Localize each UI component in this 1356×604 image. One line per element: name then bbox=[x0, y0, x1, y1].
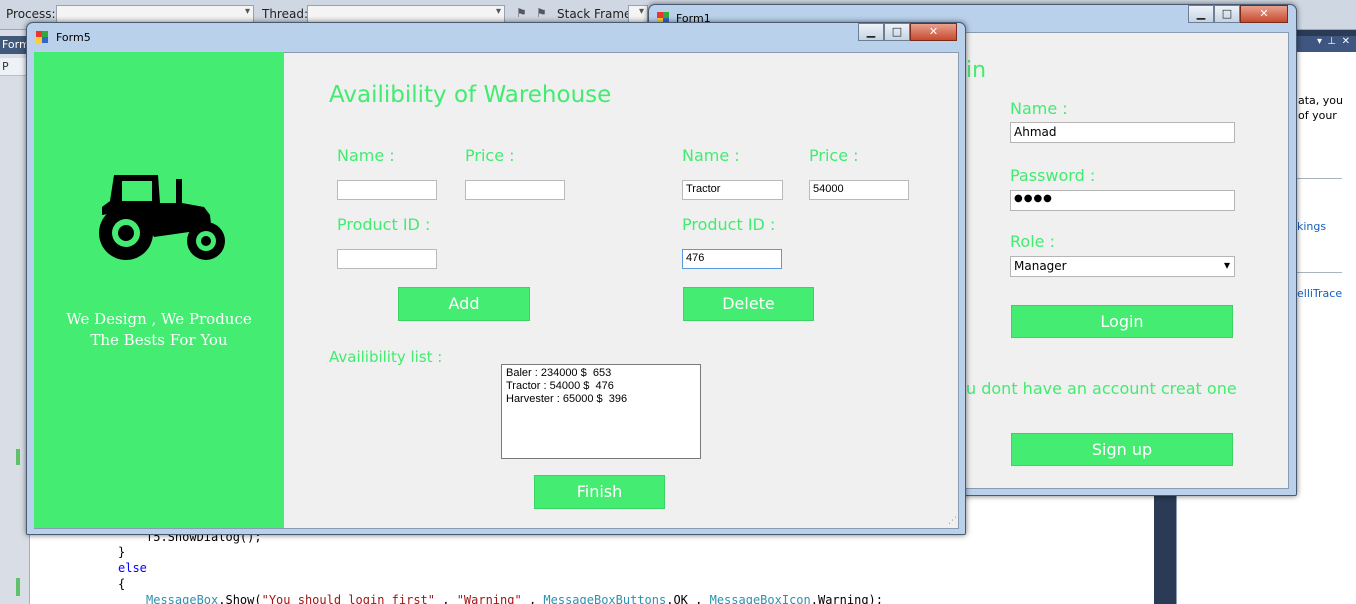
add-product-id-label: Product ID : bbox=[337, 215, 431, 234]
slogan-line: We Design , We Produce bbox=[66, 310, 252, 328]
availability-list-label: Availibility list : bbox=[329, 348, 443, 366]
form5-app-icon bbox=[36, 31, 48, 43]
role-select[interactable]: Manager bbox=[1010, 256, 1235, 277]
form5-title: Form5 bbox=[56, 31, 91, 44]
role-select-value: Manager bbox=[1014, 259, 1067, 273]
list-item[interactable]: Harvester : 65000 $ 396 bbox=[506, 393, 696, 406]
delete-name-input[interactable]: Tractor bbox=[682, 180, 783, 200]
flag-icon[interactable]: ⚑ bbox=[516, 6, 527, 20]
page-title: Availibility of Warehouse bbox=[329, 82, 612, 108]
delete-price-input[interactable]: 54000 bbox=[809, 180, 909, 200]
thread-label: Thread: bbox=[262, 7, 309, 21]
help-link[interactable]: kings bbox=[1297, 220, 1326, 233]
code-line: else bbox=[118, 561, 147, 575]
stack-frame-dropdown[interactable] bbox=[628, 5, 648, 23]
help-link[interactable]: elliTrace bbox=[1297, 287, 1342, 300]
panel-dropdown-icon[interactable]: ▾ bbox=[1317, 36, 1322, 47]
maximize-button[interactable]: □ bbox=[884, 23, 910, 41]
resize-grip-icon[interactable]: ⋰ bbox=[948, 516, 957, 526]
login-button[interactable]: Login bbox=[1011, 305, 1233, 338]
code-line: { bbox=[118, 577, 126, 591]
slogan-line: The Bests For You bbox=[90, 331, 228, 349]
delete-name-label: Name : bbox=[682, 146, 740, 165]
finish-button[interactable]: Finish bbox=[534, 475, 665, 509]
close-button[interactable]: ✕ bbox=[1240, 5, 1288, 23]
stack-frame-label: Stack Frame: bbox=[557, 7, 636, 21]
flag-threads-icon[interactable]: ⚑ bbox=[536, 6, 547, 20]
thread-dropdown[interactable] bbox=[307, 5, 505, 23]
login-heading-fragment: in bbox=[966, 58, 987, 83]
change-marker bbox=[16, 578, 20, 596]
code-line: } bbox=[118, 545, 126, 559]
brand-sidebar bbox=[34, 52, 284, 528]
delete-price-label: Price : bbox=[809, 146, 859, 165]
add-product-id-input[interactable] bbox=[337, 249, 437, 269]
help-text: of your bbox=[1298, 109, 1337, 122]
add-price-label: Price : bbox=[465, 146, 515, 165]
change-marker bbox=[16, 449, 20, 465]
panel-close-icon[interactable]: ✕ bbox=[1342, 36, 1350, 47]
close-button[interactable]: ✕ bbox=[910, 23, 957, 41]
signup-prompt: u dont have an account creat one bbox=[966, 379, 1237, 398]
help-text: ata, you bbox=[1298, 94, 1343, 107]
process-label: Process: bbox=[6, 7, 56, 21]
add-price-input[interactable] bbox=[465, 180, 565, 200]
process-dropdown[interactable] bbox=[56, 5, 254, 23]
add-button[interactable]: Add bbox=[398, 287, 530, 321]
username-field[interactable]: Ahmad bbox=[1010, 122, 1235, 143]
delete-product-id-input[interactable]: 476 bbox=[682, 249, 782, 269]
delete-product-id-label: Product ID : bbox=[682, 215, 776, 234]
password-field[interactable]: ●●●● bbox=[1010, 190, 1235, 211]
availability-listbox[interactable]: Baler : 234000 $ 653 Tractor : 54000 $ 4… bbox=[501, 364, 701, 459]
minimize-button[interactable]: ▁ bbox=[1188, 5, 1214, 23]
form1-name-label: Name : bbox=[1010, 99, 1068, 118]
add-name-input[interactable] bbox=[337, 180, 437, 200]
tractor-icon bbox=[99, 175, 225, 260]
delete-button[interactable]: Delete bbox=[683, 287, 814, 321]
pin-icon[interactable]: ⊥ bbox=[1327, 36, 1336, 47]
signup-button[interactable]: Sign up bbox=[1011, 433, 1233, 466]
form1-password-label: Password : bbox=[1010, 166, 1096, 185]
brand-slogan: We Design , We Produce The Bests For You bbox=[34, 309, 284, 351]
add-name-label: Name : bbox=[337, 146, 395, 165]
list-item[interactable]: Baler : 234000 $ 653 bbox=[506, 367, 696, 380]
minimize-button[interactable]: ▁ bbox=[858, 23, 884, 41]
list-item[interactable]: Tractor : 54000 $ 476 bbox=[506, 380, 696, 393]
maximize-button[interactable]: □ bbox=[1214, 5, 1240, 23]
code-line: MessageBox.Show("You should login first"… bbox=[146, 593, 883, 604]
form1-role-label: Role : bbox=[1010, 232, 1055, 251]
